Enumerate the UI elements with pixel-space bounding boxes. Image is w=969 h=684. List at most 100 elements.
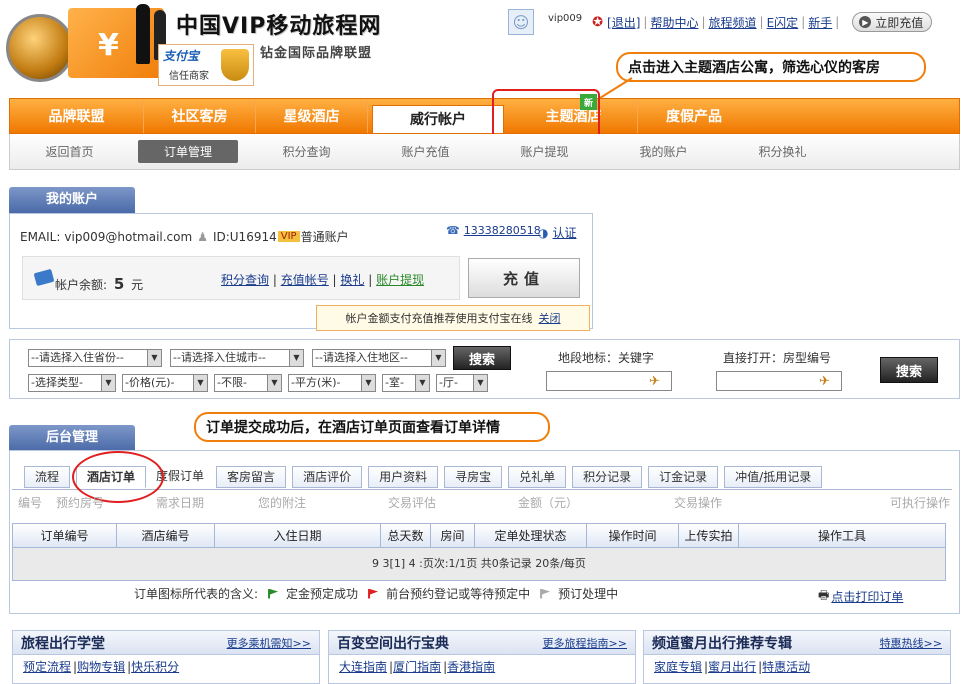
recharge-button[interactable]: 充值	[468, 258, 580, 298]
tab-recharge-record[interactable]: 冲值/抵用记录	[724, 466, 823, 488]
tab-process[interactable]: 流程	[24, 466, 71, 488]
chevron-down-icon: ▼	[289, 350, 303, 366]
nav-community-rooms[interactable]: 社区客房	[144, 99, 256, 133]
box-link[interactable]: 购物专辑	[77, 660, 125, 674]
auth-info: ◑ 认证	[538, 224, 577, 241]
search-button[interactable]: 搜索	[453, 346, 511, 370]
subnav-account-withdraw[interactable]: 账户提现	[485, 143, 604, 160]
order-icon-legend: 订单图标所代表的含义: 定金预定成功 前台预约登记或等待预定中 预订处理中	[134, 585, 618, 602]
box-title: 旅程出行学堂	[21, 635, 105, 652]
type-select[interactable]: -选择类型- ▼	[28, 374, 116, 392]
box-more-link[interactable]: 更多旅程指南>>	[543, 635, 627, 651]
phone-icon: ☎	[446, 224, 460, 237]
alipay-name: 支付宝	[163, 49, 200, 63]
nav-star-hotels[interactable]: 星级酒店	[256, 99, 368, 133]
subnav-order-management[interactable]: 订单管理	[138, 140, 238, 163]
withdraw-link[interactable]: 账户提现	[376, 273, 424, 287]
tab-deposit-record[interactable]: 订金记录	[648, 466, 719, 488]
chevron-down-icon: ▼	[147, 350, 161, 366]
green-flag-icon	[268, 588, 279, 599]
price-select[interactable]: -价格(元)- ▼	[122, 374, 208, 392]
area-select[interactable]: -平方(米)- ▼	[288, 374, 376, 392]
balance-unit: 元	[131, 278, 144, 292]
tab-room-finder[interactable]: 寻房宝	[444, 466, 503, 488]
sub-nav: 返回首页 订单管理 积分查询 账户充值 账户提现 我的账户 积分换礼	[9, 134, 960, 170]
subnav-points-gift[interactable]: 积分换礼	[723, 143, 842, 160]
card-icon	[33, 268, 55, 287]
subnav-points-query[interactable]: 积分查询	[247, 143, 366, 160]
auth-link[interactable]: 认证	[552, 224, 576, 241]
box-link[interactable]: 快乐积分	[131, 660, 179, 674]
unlimited-select[interactable]: -不限- ▼	[214, 374, 282, 392]
eshan-link[interactable]: E闪定	[767, 14, 799, 31]
box-travel-school: 旅程出行学堂 更多乘机需知>> 预定流程 |购物专辑 |快乐积分	[12, 630, 320, 684]
airplane-icon: ✈	[649, 374, 660, 389]
help-center-link[interactable]: 帮助中心	[650, 14, 698, 31]
print-order-link[interactable]: 点击打印订单	[831, 588, 903, 605]
newbie-link[interactable]: 新手	[808, 14, 832, 31]
tab-user-profile[interactable]: 用户资料	[368, 466, 439, 488]
red-flag-icon	[368, 588, 379, 599]
gift-link[interactable]: 换礼	[340, 273, 364, 287]
travel-channel-link[interactable]: 旅程频道	[709, 14, 757, 31]
subnav-my-account[interactable]: 我的账户	[604, 143, 723, 160]
medal-icon: ✪	[592, 14, 604, 30]
box-link[interactable]: 蜜月出行	[708, 660, 756, 674]
username: vip009	[548, 12, 583, 24]
recharge-account-link[interactable]: 充值帐号	[281, 273, 329, 287]
tab-hotel-reviews[interactable]: 酒店评价	[292, 466, 363, 488]
box-more-link[interactable]: 特惠热线>>	[880, 635, 942, 651]
subnav-account-recharge[interactable]: 账户充值	[366, 143, 485, 160]
tab-points-record[interactable]: 积分记录	[572, 466, 643, 488]
box-title: 百变空间出行宝典	[337, 635, 449, 652]
nav-weixing-account[interactable]: 威行帐户	[372, 105, 504, 133]
alipay-badge: 支付宝 信任商家	[158, 44, 254, 86]
province-select[interactable]: --请选择入住省份-- ▼	[28, 349, 162, 367]
box-link[interactable]: 预定流程	[23, 660, 71, 674]
phone-link[interactable]: 13338280518	[464, 224, 541, 237]
email-label: EMAIL:	[20, 229, 61, 244]
user-avatar-icon[interactable]: ☺	[508, 9, 534, 35]
box-link[interactable]: 厦门指南	[393, 660, 441, 674]
callout-order-details: 订单提交成功后，在酒店订单页面查看订单详情	[194, 412, 550, 442]
landmark-input[interactable]: ✈	[546, 371, 672, 391]
room-select[interactable]: -室- ▼	[382, 374, 430, 392]
box-link[interactable]: 香港指南	[447, 660, 495, 674]
hall-select[interactable]: -厅- ▼	[436, 374, 488, 392]
print-order: 🖶 点击打印订单	[818, 586, 903, 607]
balance-value: 5	[113, 275, 125, 293]
box-link[interactable]: 家庭专辑	[654, 660, 702, 674]
tip-close-link[interactable]: 关闭	[539, 310, 561, 326]
nav-brand-alliance[interactable]: 品牌联盟	[10, 99, 144, 133]
chevron-down-icon: ▼	[193, 375, 207, 391]
airplane-icon: ✈	[819, 374, 830, 389]
district-select[interactable]: --请选择入住地区-- ▼	[312, 349, 446, 367]
nav-holiday-products[interactable]: 度假产品	[638, 99, 750, 133]
backend-title: 后台管理	[9, 425, 135, 451]
col-operation-tools: 操作工具	[817, 529, 866, 543]
tab-gift-orders[interactable]: 兑礼单	[508, 466, 567, 488]
businessman-silhouette	[136, 4, 150, 64]
site-slogan: 钻金国际品牌联盟	[260, 46, 373, 61]
points-query-link[interactable]: 积分查询	[221, 273, 269, 287]
tab-room-messages[interactable]: 客房留言	[216, 466, 287, 488]
subnav-home[interactable]: 返回首页	[10, 143, 129, 160]
balance-line: 帐户余额: 5 元	[55, 275, 143, 293]
site-brand-name: 中国VIP移动旅程网	[176, 14, 382, 39]
site-logo[interactable]: ¥ 中国VIP移动旅程网 支付宝 信任商家 钻金国际品牌联盟	[4, 2, 384, 92]
col-order-number: 订单编号	[13, 524, 117, 547]
alipay-tip: 帐户金额支付充值推荐使用支付宝在线 关闭	[316, 305, 590, 331]
landmark-label: 地段地标：关键字	[558, 351, 655, 365]
chevron-down-icon: ▼	[101, 375, 115, 391]
box-link[interactable]: 大连指南	[339, 660, 387, 674]
col-room: 房间	[431, 524, 475, 547]
box-link[interactable]: 特惠活动	[762, 660, 810, 674]
logout-link[interactable]: [退出]	[607, 14, 640, 31]
room-number-input[interactable]: ✈	[716, 371, 842, 391]
orders-table-header: 订单编号 酒店编号 入住日期 总天数 房间 定单处理状态 操作时间 上传实拍 操…	[13, 524, 945, 548]
col-hotel-number: 酒店编号	[117, 524, 215, 547]
box-more-link[interactable]: 更多乘机需知>>	[227, 635, 311, 651]
instant-recharge-button[interactable]: ▶ 立即充值	[852, 12, 933, 32]
city-select[interactable]: --请选择入住城市-- ▼	[170, 349, 304, 367]
search-button-2[interactable]: 搜索	[880, 357, 938, 383]
